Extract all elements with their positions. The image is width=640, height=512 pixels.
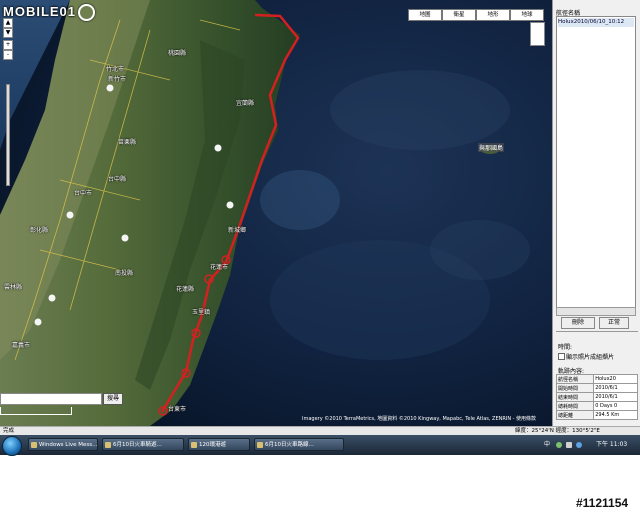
map-type-map-button[interactable]: 地圖 (408, 9, 442, 21)
info-value: 0 Days 0 (593, 401, 638, 411)
island-label: 與那國島 (478, 143, 505, 152)
place-label: 台中市 (74, 190, 93, 197)
info-value: 2010/6/1 (593, 392, 638, 402)
app-icon (257, 442, 263, 448)
taskbar: Windows Live Mess... 6月10日火車騎遊... 120環港遊… (0, 435, 640, 456)
map-scale-bar (0, 407, 72, 415)
place-label: 竹北市 (106, 66, 125, 73)
place-label: 新城鄉 (228, 227, 247, 234)
zoom-slider[interactable] (6, 84, 10, 186)
place-label: 彰化縣 (30, 227, 49, 234)
map-copyright: Imagery ©2010 TerraMetrics, 地圖資料 ©2010 K… (302, 416, 537, 422)
map-search-button[interactable]: 搜尋 (103, 393, 123, 405)
pan-up-icon[interactable]: ▲ (3, 18, 13, 28)
system-tray: 中 下午 11:03 (540, 438, 638, 452)
place-label: 新竹市 (108, 76, 127, 83)
clock[interactable]: 下午 11:03 (596, 438, 627, 452)
info-key: 結束時間 (555, 392, 595, 402)
time-label: 時間: (558, 344, 573, 351)
map-type-satellite-button[interactable]: 衛星 (442, 9, 476, 21)
table-row: 開始時間 2010/6/1 (555, 383, 638, 393)
app-icon (105, 442, 111, 448)
track-list-item[interactable]: Holux2010/06/10_10:12 (558, 18, 634, 27)
place-label: 台中縣 (108, 176, 127, 183)
delete-button[interactable]: 刪除 (561, 317, 595, 329)
taskbar-item[interactable]: 6月10日火車騎遊... (102, 438, 184, 451)
place-label: 花蓮市 (210, 264, 229, 271)
folder-icon (191, 442, 197, 448)
track-list[interactable]: Holux2010/06/10_10:12 (556, 16, 636, 308)
logo-mark-icon (78, 4, 96, 22)
taskbar-item[interactable]: 6月10日火車路線... (254, 438, 344, 451)
map-view[interactable]: MOBILE01 地圖 衛星 地形 地球 ▲ ▼ + - 竹北市 新竹市 桃園縣… (0, 0, 552, 426)
pan-down-icon[interactable]: ▼ (3, 28, 13, 38)
table-row: 航徑名稱 Holux20 (555, 374, 638, 384)
app-icon (31, 442, 37, 448)
tray-app-icon[interactable] (576, 442, 582, 448)
zoom-in-button[interactable]: + (3, 40, 13, 50)
place-label: 嘉義市 (12, 342, 31, 349)
mobile01-logo: MOBILE01 (3, 4, 96, 22)
place-label: 桃園縣 (168, 50, 187, 57)
place-label: 台東市 (168, 406, 187, 413)
info-value: 2010/6/1 (593, 383, 638, 393)
watermark: #1121154 (576, 496, 629, 510)
horizontal-scrollbar[interactable] (556, 307, 636, 316)
place-label: 宜蘭縣 (236, 100, 255, 107)
info-key: 開始時間 (555, 383, 595, 393)
satellite-imagery (0, 0, 552, 426)
info-key: 總耗時間 (555, 401, 595, 411)
place-label: 苗栗縣 (118, 139, 137, 146)
info-value: Holux20 (593, 374, 638, 384)
zoom-out-button[interactable]: - (3, 50, 13, 60)
track-info-table: 航徑名稱 Holux20 開始時間 2010/6/1 結束時間 2010/6/1 總耗… (555, 374, 638, 420)
map-type-earth-button[interactable]: 地球 (510, 9, 544, 21)
place-label: 花蓮縣 (176, 286, 195, 293)
table-row: 結束時間 2010/6/1 (555, 392, 638, 402)
taskbar-item[interactable]: 120環港遊 (188, 438, 250, 451)
place-label: 雲林縣 (4, 284, 23, 291)
volume-icon[interactable] (566, 442, 572, 448)
table-row: 總耗時間 0 Days 0 (555, 401, 638, 411)
street-view-pegman-icon[interactable] (530, 22, 545, 46)
start-button[interactable] (2, 436, 22, 456)
normal-button[interactable]: 正常 (599, 317, 629, 329)
input-language-indicator[interactable]: 中 (544, 438, 550, 452)
logo-text: MOBILE01 (3, 4, 77, 19)
map-type-terrain-button[interactable]: 地形 (476, 9, 510, 21)
info-value: 294.5 Km (593, 410, 638, 420)
info-key: 航徑名稱 (555, 374, 595, 384)
place-label: 南投縣 (115, 270, 134, 277)
photo-group-label: 顯示照片成組擷片 (566, 354, 615, 361)
info-key: 總距離 (555, 410, 595, 420)
track-panel: 航徑名稱 Holux2010/06/10_10:12 刪除 正常 時間: 顯示照… (552, 0, 640, 426)
table-row: 總距離 294.5 Km (555, 410, 638, 420)
network-icon[interactable] (556, 442, 562, 448)
map-search-input[interactable] (0, 393, 102, 405)
place-label: 玉里鎮 (192, 309, 211, 316)
photo-group-checkbox[interactable] (558, 353, 565, 360)
taskbar-item[interactable]: Windows Live Mess... (28, 438, 98, 451)
slider-track[interactable] (556, 331, 638, 336)
